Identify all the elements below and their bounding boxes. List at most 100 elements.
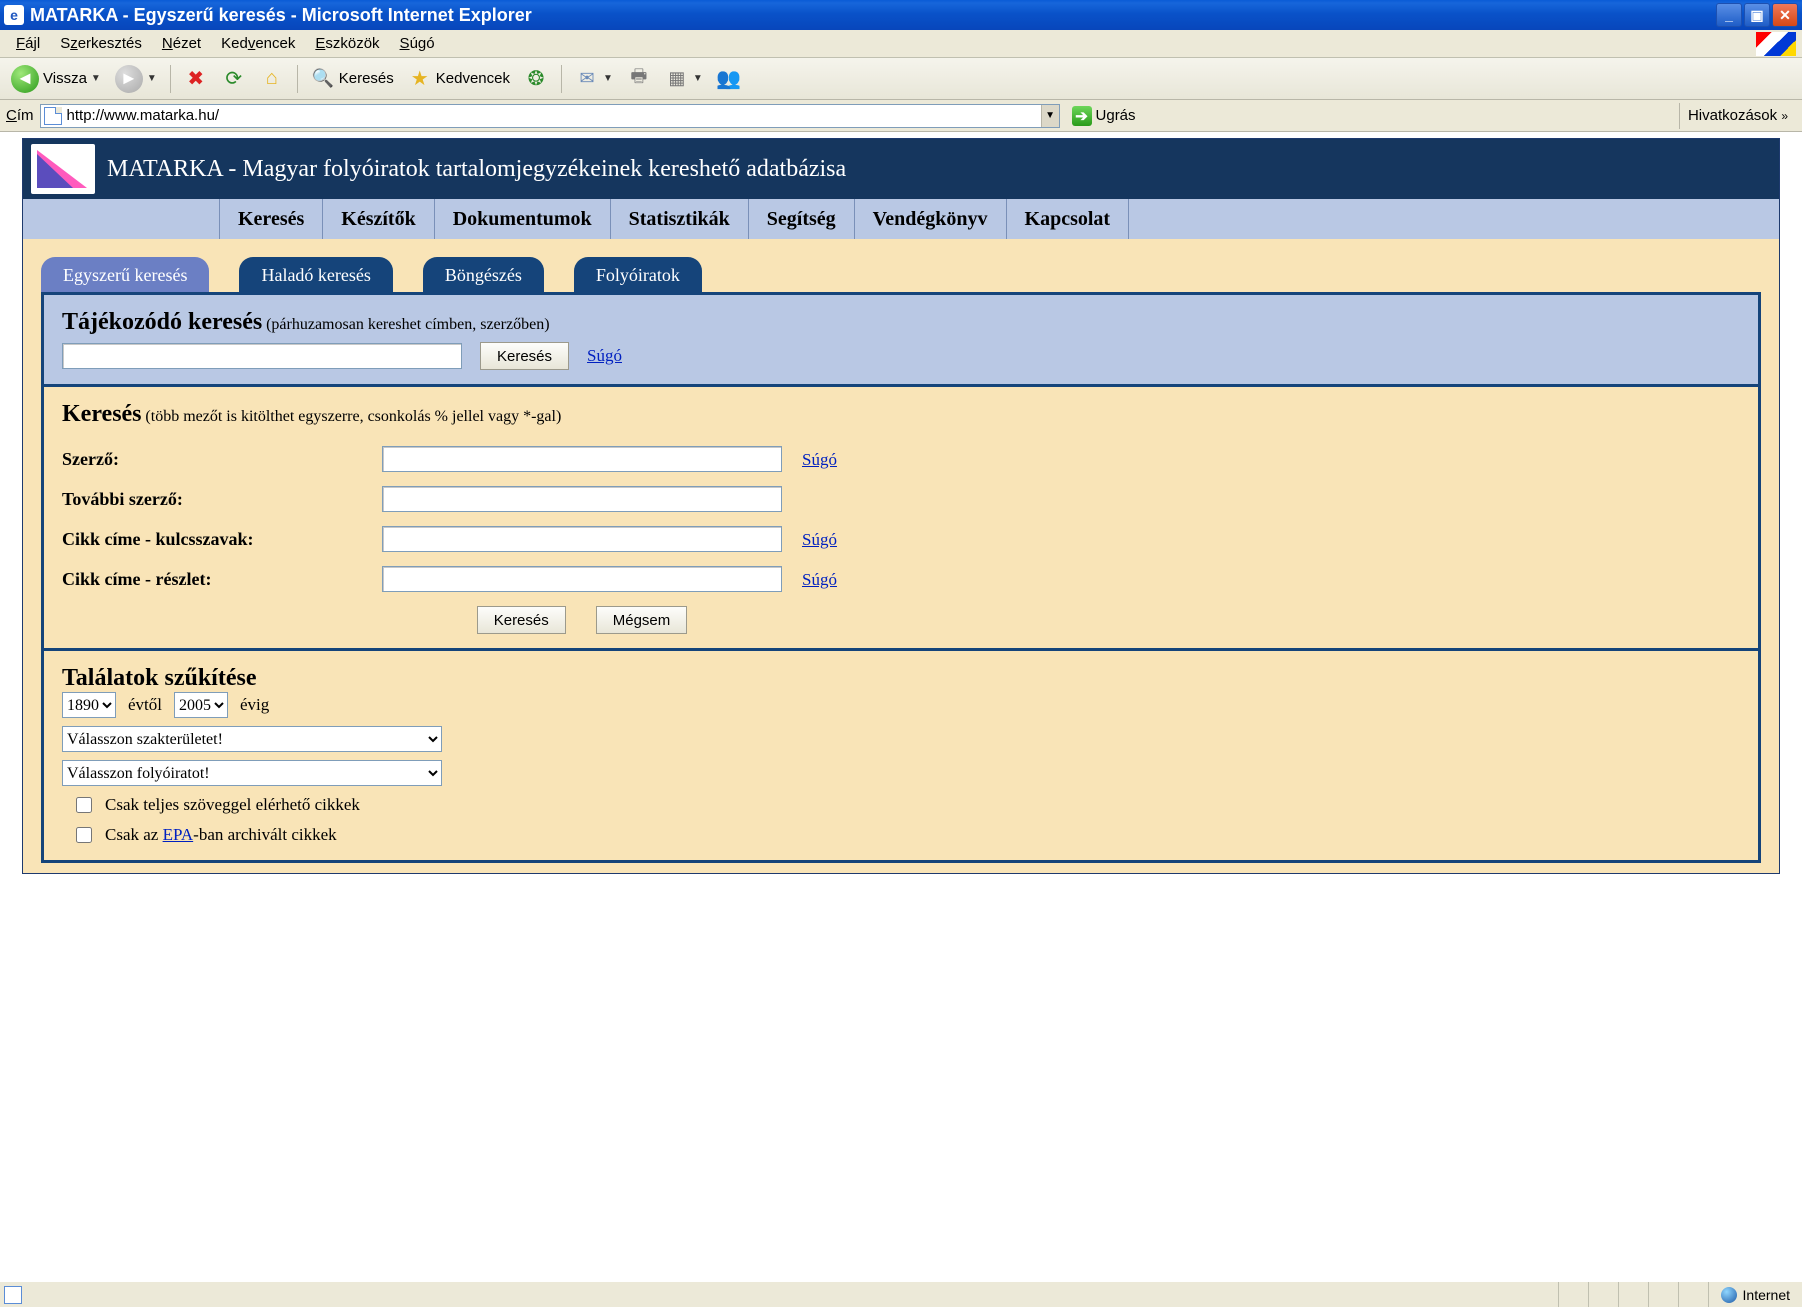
address-input[interactable] (65, 105, 1041, 127)
links-label: Hivatkozások (1688, 107, 1777, 124)
year-from-select[interactable]: 1890 (62, 692, 116, 718)
quick-search-section: Tájékozódó keresés (párhuzamosan kereshe… (44, 295, 1758, 387)
print-button[interactable]: 🖶 (622, 63, 656, 95)
favorites-label: Kedvencek (436, 70, 510, 87)
nav-dokumentumok[interactable]: Dokumentumok (434, 199, 610, 239)
year-from-label: évtől (128, 695, 162, 715)
filter-title: Találatok szűkítése (62, 665, 256, 691)
search-button[interactable]: 🔍 Keresés (306, 63, 399, 95)
site-header: MATARKA - Magyar folyóiratok tartalomjeg… (23, 139, 1779, 199)
address-dropdown-icon[interactable]: ▼ (1041, 105, 1059, 127)
address-bar: Cím ▼ ➔ Ugrás Hivatkozások » (0, 100, 1802, 132)
fulltext-checkbox[interactable] (76, 797, 92, 813)
forward-button[interactable]: ► ▼ (110, 63, 162, 95)
links-toolbar[interactable]: Hivatkozások » (1679, 103, 1796, 129)
zone-label: Internet (1743, 1287, 1790, 1303)
scroll-pane[interactable]: MATARKA - Magyar folyóiratok tartalomjeg… (0, 132, 1802, 1281)
refresh-button[interactable]: ⟳ (217, 63, 251, 95)
epa-link[interactable]: EPA (163, 825, 194, 844)
journal-select[interactable]: Válasszon folyóiratot! (62, 760, 442, 786)
status-bar: Internet (0, 1281, 1802, 1307)
nav-kereses[interactable]: Keresés (219, 199, 322, 239)
tab-browse[interactable]: Böngészés (423, 257, 544, 292)
title-keywords-input[interactable] (382, 526, 782, 552)
more-author-input[interactable] (382, 486, 782, 512)
page-container: MATARKA - Magyar folyóiratok tartalomjeg… (22, 138, 1780, 874)
menu-file[interactable]: Fájl (6, 33, 50, 54)
messenger-button[interactable]: 👥 (712, 63, 746, 95)
star-icon: ★ (408, 67, 432, 91)
page-icon (44, 107, 62, 125)
year-to-select[interactable]: 2005 (174, 692, 228, 718)
globe-icon (1721, 1287, 1737, 1303)
epa-label: Csak az EPA-ban archivált cikkek (105, 825, 337, 845)
menu-view[interactable]: Nézet (152, 33, 211, 54)
history-button[interactable]: ❂ (519, 63, 553, 95)
back-arrow-icon: ◄ (11, 65, 39, 93)
menu-favorites[interactable]: Kedvencek (211, 33, 305, 54)
status-cell (1678, 1282, 1708, 1307)
nav-segitseg[interactable]: Segítség (748, 199, 854, 239)
status-page-icon (4, 1286, 22, 1304)
search-submit-button[interactable]: Keresés (477, 606, 566, 634)
address-label: Cím (6, 107, 34, 124)
edit-icon: ▦ (665, 67, 689, 91)
status-cell (1618, 1282, 1648, 1307)
quick-search-help-link[interactable]: Súgó (587, 346, 622, 366)
go-label: Ugrás (1096, 107, 1136, 124)
matarka-logo (31, 144, 95, 194)
menu-edit[interactable]: Szerkesztés (50, 33, 152, 54)
mail-button[interactable]: ✉▼ (570, 63, 618, 95)
status-cell (1588, 1282, 1618, 1307)
ie-icon: e (4, 5, 24, 25)
minimize-button[interactable]: _ (1716, 3, 1742, 27)
chevron-down-icon: ▼ (91, 73, 101, 84)
author-input[interactable] (382, 446, 782, 472)
go-button[interactable]: ➔ Ugrás (1066, 103, 1142, 129)
tab-advanced-search[interactable]: Haladó keresés (239, 257, 392, 292)
tab-simple-search[interactable]: Egyszerű keresés (41, 257, 209, 292)
back-button[interactable]: ◄ Vissza ▼ (6, 63, 106, 95)
menu-help[interactable]: Súgó (390, 33, 445, 54)
nav-vendegkonyv[interactable]: Vendégkönyv (854, 199, 1006, 239)
refresh-icon: ⟳ (222, 67, 246, 91)
address-field-wrap: ▼ (40, 104, 1060, 128)
subject-select[interactable]: Válasszon szakterületet! (62, 726, 442, 752)
title-keywords-label: Cikk címe - kulcsszavak: (62, 529, 362, 550)
stop-button[interactable]: ✖ (179, 63, 213, 95)
chevron-down-icon: ▼ (603, 73, 613, 84)
favorites-button[interactable]: ★ Kedvencek (403, 63, 515, 95)
menu-tools[interactable]: Eszközök (305, 33, 389, 54)
epa-checkbox[interactable] (76, 827, 92, 843)
fulltext-label: Csak teljes szöveggel elérhető cikkek (105, 795, 360, 815)
title-snippet-input[interactable] (382, 566, 782, 592)
quick-search-title: Tájékozódó keresés (62, 309, 262, 335)
tab-journals[interactable]: Folyóiratok (574, 257, 702, 292)
edit-button[interactable]: ▦▼ (660, 63, 708, 95)
maximize-button[interactable]: ▣ (1744, 3, 1770, 27)
nav-keszitok[interactable]: Készítők (322, 199, 433, 239)
print-icon: 🖶 (627, 67, 651, 91)
filter-section: Találatok szűkítése 1890 évtől 2005 évig (44, 651, 1758, 860)
status-cell (1558, 1282, 1588, 1307)
page-body: Egyszerű keresés Haladó keresés Böngészé… (23, 239, 1779, 873)
nav-kapcsolat[interactable]: Kapcsolat (1006, 199, 1130, 239)
more-author-label: További szerző: (62, 489, 362, 510)
title-keywords-help-link[interactable]: Súgó (802, 530, 837, 549)
window-title: MATARKA - Egyszerű keresés - Microsoft I… (30, 5, 532, 26)
home-button[interactable]: ⌂ (255, 63, 289, 95)
home-icon: ⌂ (260, 67, 284, 91)
search-cancel-button[interactable]: Mégsem (596, 606, 688, 634)
nav-statisztikak[interactable]: Statisztikák (610, 199, 748, 239)
quick-search-button[interactable]: Keresés (480, 342, 569, 370)
quick-search-input[interactable] (62, 343, 462, 369)
search-icon: 🔍 (311, 67, 335, 91)
title-snippet-label: Cikk címe - részlet: (62, 569, 362, 590)
author-help-link[interactable]: Súgó (802, 450, 837, 469)
title-snippet-help-link[interactable]: Súgó (802, 570, 837, 589)
detailed-search-title: Keresés (62, 401, 142, 427)
window-titlebar: e MATARKA - Egyszerű keresés - Microsoft… (0, 0, 1802, 30)
close-button[interactable]: ✕ (1772, 3, 1798, 27)
site-title: MATARKA - Magyar folyóiratok tartalomjeg… (107, 156, 846, 183)
detailed-search-hint: (több mezőt is kitölthet egyszerre, cson… (145, 408, 561, 425)
